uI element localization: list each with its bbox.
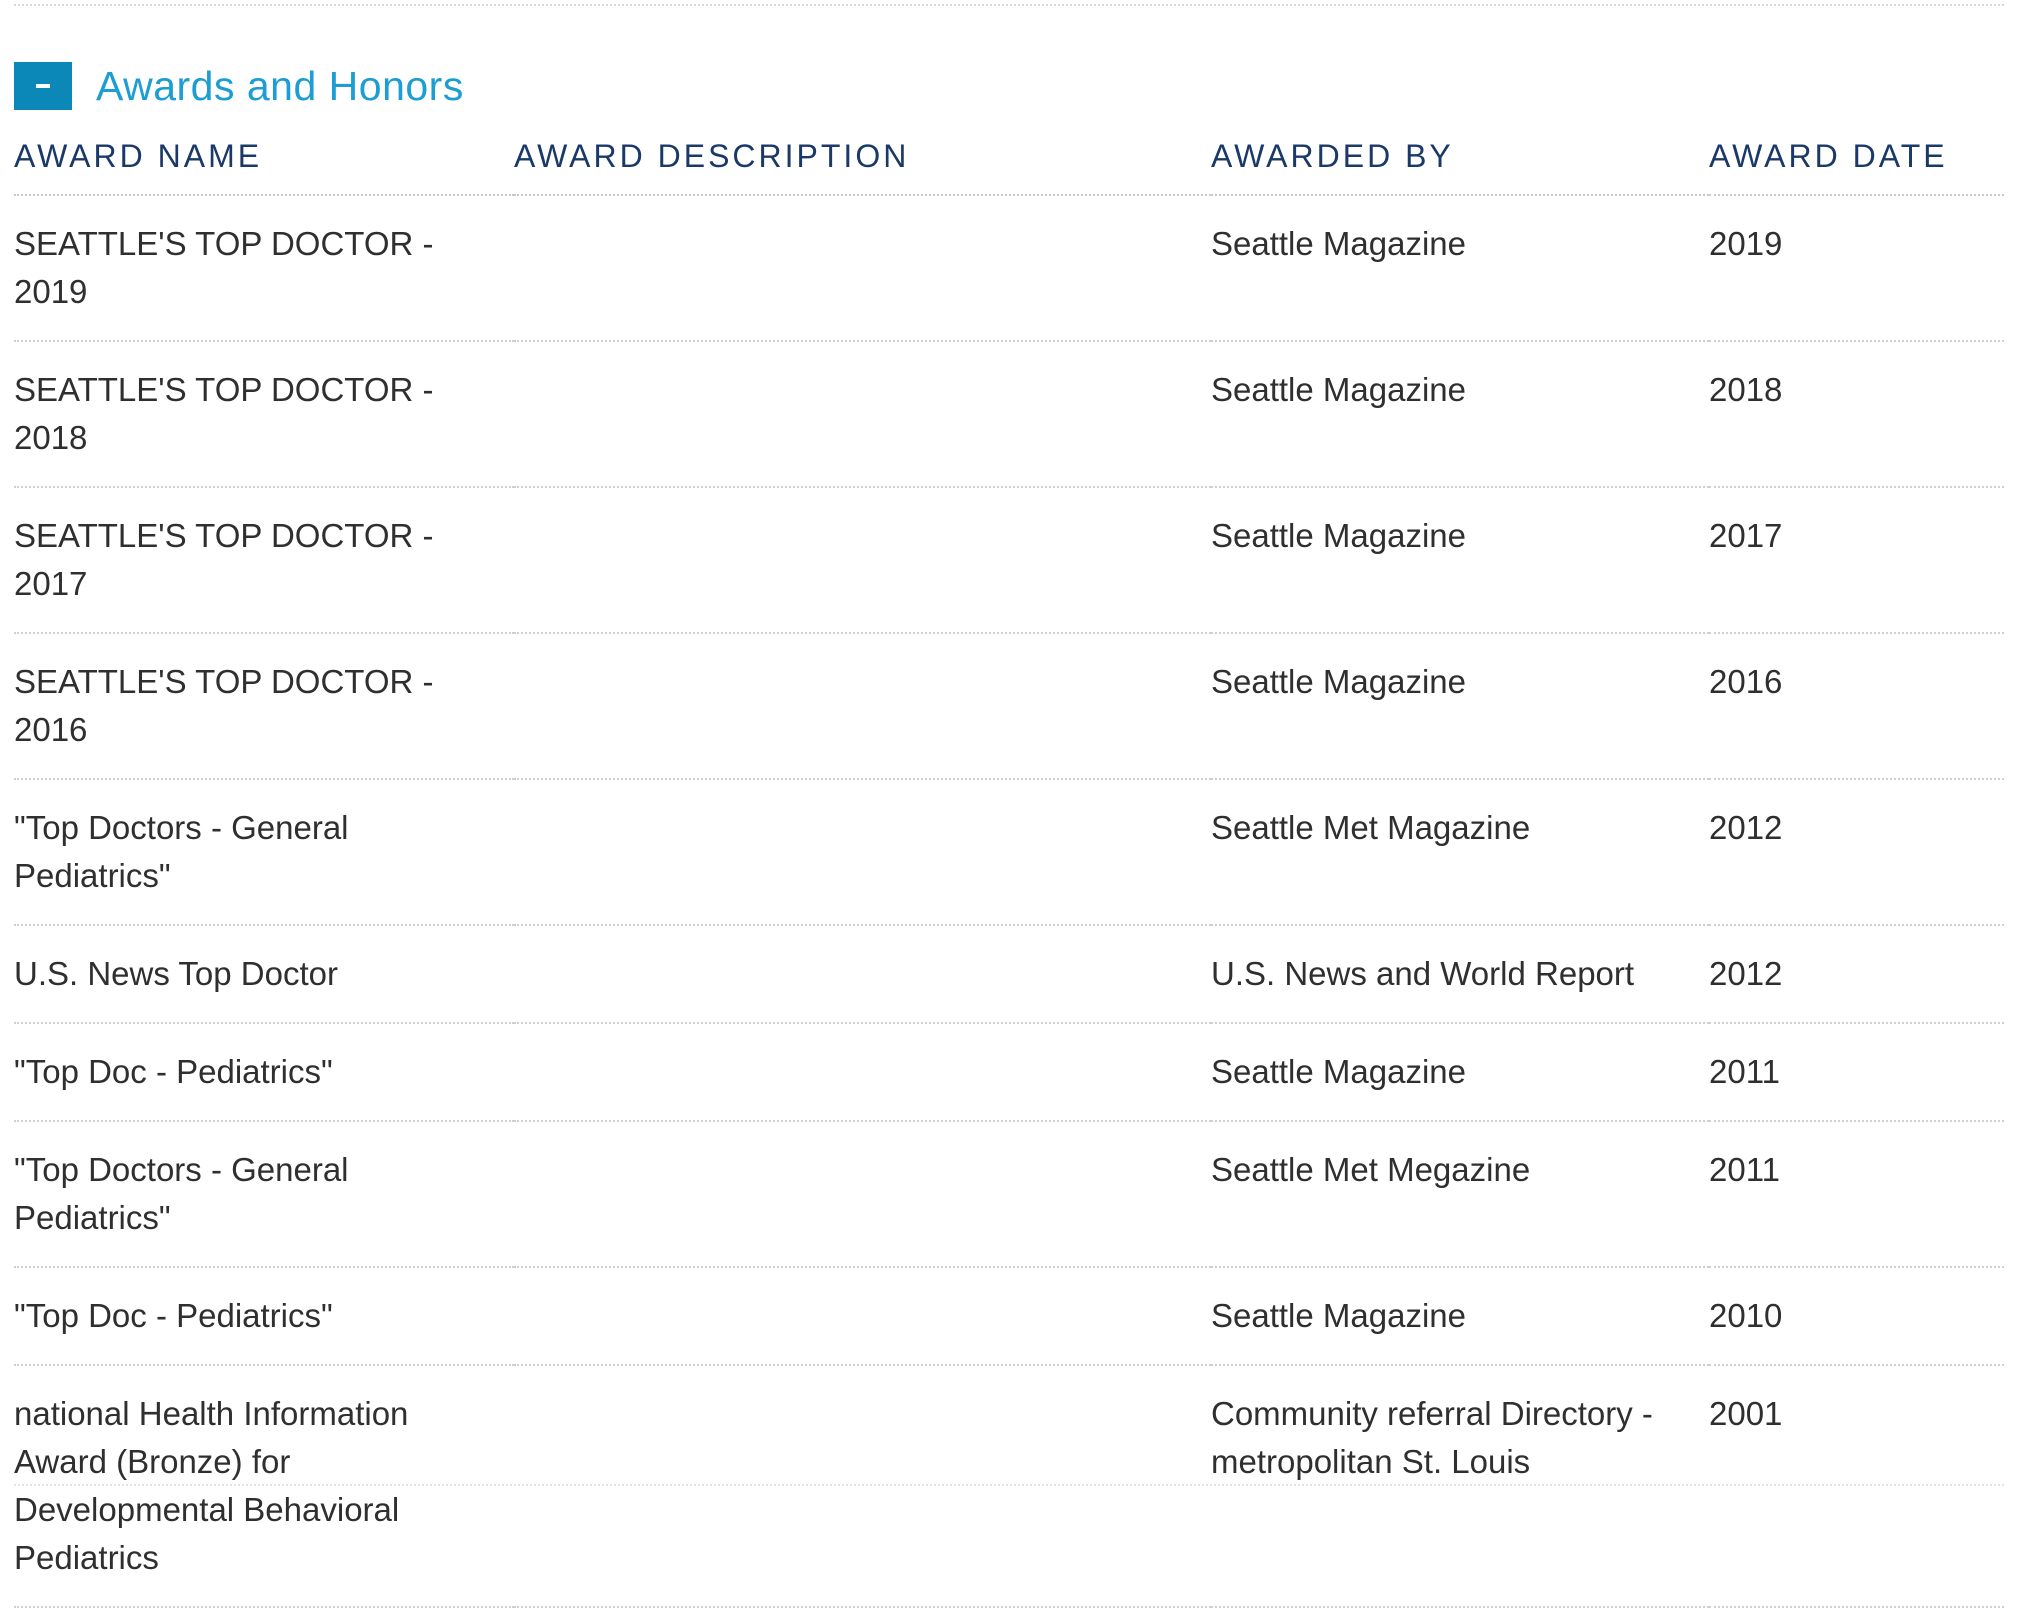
award-name-cell: national Health Information Award (Bronz… [14, 1365, 514, 1608]
awarded-by-cell: Seattle Magazine [1211, 1267, 1709, 1366]
award-date-cell: 2018 [1709, 341, 2004, 488]
top-divider [14, 4, 2004, 6]
award-date-header: AWARD DATE [1709, 126, 2004, 196]
award-name-cell: SEATTLE'S TOP DOCTOR - 2018 [14, 341, 514, 488]
award-description-cell [514, 1023, 1211, 1122]
table-row: U.S. News Top Doctor U.S. News and World… [14, 925, 2004, 1024]
award-name-cell: "Top Doctors - General Pediatrics" [14, 1121, 514, 1268]
award-date-cell: 2001 [1709, 1365, 2004, 1608]
award-description-cell [514, 1365, 1211, 1608]
award-name-cell: SEATTLE'S TOP DOCTOR - 2016 [14, 633, 514, 780]
award-description-cell [514, 779, 1211, 926]
award-description-cell [514, 925, 1211, 1024]
award-date-cell: 2017 [1709, 487, 2004, 634]
table-row: "Top Doctors - General Pediatrics" Seatt… [14, 779, 2004, 926]
awarded-by-cell: Seattle Magazine [1211, 1023, 1709, 1122]
awarded-by-cell: Seattle Magazine [1211, 195, 1709, 342]
awards-table-body: SEATTLE'S TOP DOCTOR - 2019 Seattle Maga… [14, 195, 2004, 1608]
award-date-cell: 2011 [1709, 1121, 2004, 1268]
awarded-by-cell: Seattle Met Megazine [1211, 1121, 1709, 1268]
header-row: AWARD NAME AWARD DESCRIPTION AWARDED BY … [14, 126, 2004, 196]
award-name-cell: "Top Doctors - General Pediatrics" [14, 779, 514, 926]
award-date-cell: 2012 [1709, 779, 2004, 926]
awarded-by-cell: Community referral Directory - metropoli… [1211, 1365, 1709, 1608]
awards-table-header: AWARD NAME AWARD DESCRIPTION AWARDED BY … [14, 126, 2004, 196]
award-name-cell: "Top Doc - Pediatrics" [14, 1267, 514, 1366]
awarded-by-cell: Seattle Magazine [1211, 633, 1709, 780]
awarded-by-header: AWARDED BY [1211, 126, 1709, 196]
award-name-cell: SEATTLE'S TOP DOCTOR - 2019 [14, 195, 514, 342]
award-date-cell: 2016 [1709, 633, 2004, 780]
table-row: "Top Doc - Pediatrics" Seattle Magazine … [14, 1267, 2004, 1366]
award-date-cell: 2011 [1709, 1023, 2004, 1122]
table-row: "Top Doctors - General Pediatrics" Seatt… [14, 1121, 2004, 1268]
table-row: SEATTLE'S TOP DOCTOR - 2017 Seattle Maga… [14, 487, 2004, 634]
award-name-cell: SEATTLE'S TOP DOCTOR - 2017 [14, 487, 514, 634]
awarded-by-cell: Seattle Magazine [1211, 341, 1709, 488]
awarded-by-cell: U.S. News and World Report [1211, 925, 1709, 1024]
award-name-cell: U.S. News Top Doctor [14, 925, 514, 1024]
award-description-cell [514, 341, 1211, 488]
bottom-divider [14, 1484, 2004, 1486]
awards-table: AWARD NAME AWARD DESCRIPTION AWARDED BY … [14, 126, 2004, 1608]
award-description-cell [514, 633, 1211, 780]
awards-section-header: Awards and Honors [14, 62, 464, 110]
award-description-header: AWARD DESCRIPTION [514, 126, 1211, 196]
award-date-cell: 2010 [1709, 1267, 2004, 1366]
award-name-cell: "Top Doc - Pediatrics" [14, 1023, 514, 1122]
collapse-toggle-button[interactable] [14, 62, 72, 110]
awarded-by-cell: Seattle Met Magazine [1211, 779, 1709, 926]
table-row: SEATTLE'S TOP DOCTOR - 2016 Seattle Maga… [14, 633, 2004, 780]
award-description-cell [514, 1121, 1211, 1268]
table-row: national Health Information Award (Bronz… [14, 1365, 2004, 1608]
award-description-cell [514, 1267, 1211, 1366]
table-row: SEATTLE'S TOP DOCTOR - 2019 Seattle Maga… [14, 195, 2004, 342]
table-row: SEATTLE'S TOP DOCTOR - 2018 Seattle Maga… [14, 341, 2004, 488]
table-row: "Top Doc - Pediatrics" Seattle Magazine … [14, 1023, 2004, 1122]
award-name-header: AWARD NAME [14, 126, 514, 196]
section-title: Awards and Honors [96, 62, 464, 109]
award-date-cell: 2019 [1709, 195, 2004, 342]
awarded-by-cell: Seattle Magazine [1211, 487, 1709, 634]
award-date-cell: 2012 [1709, 925, 2004, 1024]
minus-icon [36, 84, 50, 88]
award-description-cell [514, 195, 1211, 342]
award-description-cell [514, 487, 1211, 634]
